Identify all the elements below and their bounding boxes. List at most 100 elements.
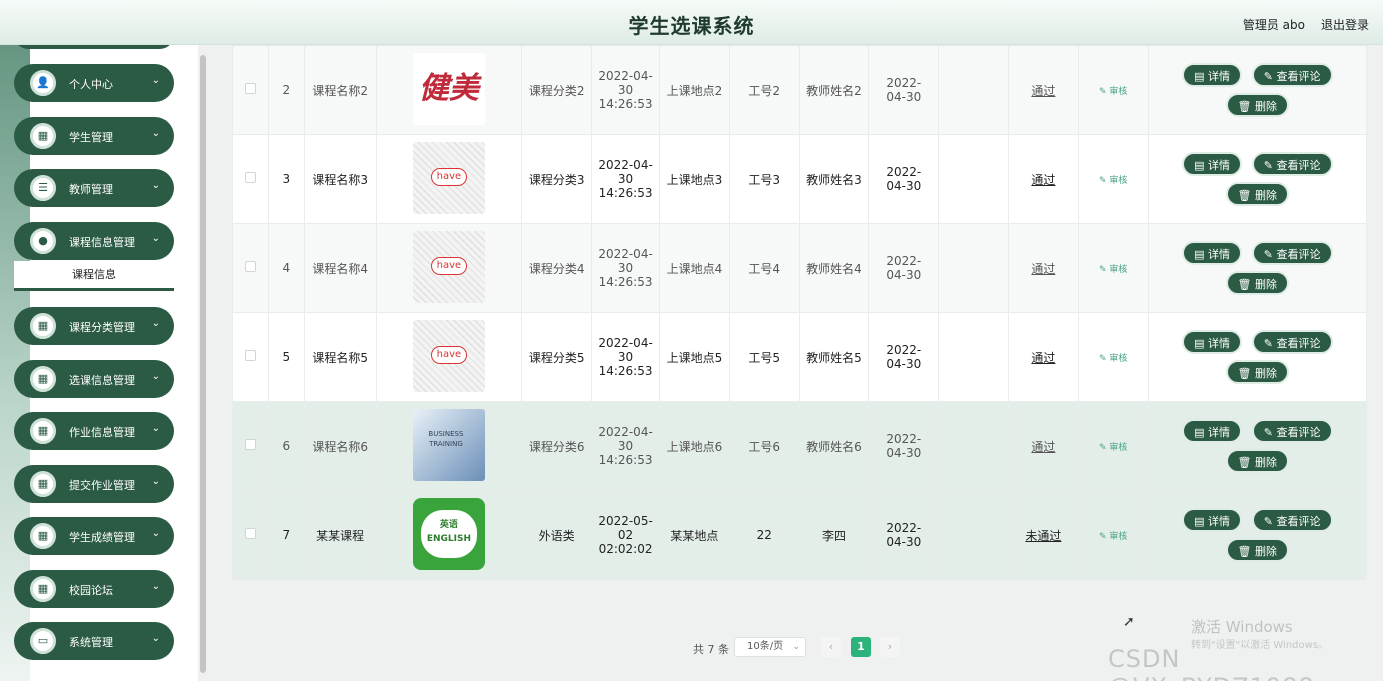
course-time: 2022-04-30 14:26:53 [591,134,661,224]
course-name: 课程名称5 [303,312,377,402]
table-row: 4 课程名称4 have 课程分类4 2022-04-30 14:26:53 上… [232,223,1368,313]
chevron-down-icon: ⌄ [151,128,160,139]
course-name: 课程名称4 [303,223,377,313]
course-name: 课程名称2 [303,45,377,135]
delete-button[interactable]: 🗑 删除 [1225,360,1290,384]
row-checkbox[interactable] [244,528,256,539]
sidebar-item-6[interactable]: ▦ 作业信息管理 ⌄ [14,412,174,450]
review-link[interactable]: ✎ 审核 [1099,354,1127,364]
view-comments-button[interactable]: ✎ 查看评论 [1251,63,1333,87]
course-category: 外语类 [521,490,593,580]
logout-link[interactable]: 退出登录 [1321,16,1369,33]
review-status[interactable]: 通过 [1031,84,1055,98]
delete-button[interactable]: 🗑 删除 [1225,538,1290,562]
sidebar-item-8[interactable]: ▦ 学生成绩管理 ⌄ [14,517,174,555]
table-row: 7 某某课程 英语 ENGLISH 外语类 2022-05-02 02:02:0… [232,490,1368,580]
row-checkbox[interactable] [244,172,256,183]
review-link[interactable]: ✎ 审核 [1099,176,1127,186]
chevron-down-icon: ⌄ [151,581,160,592]
review-status[interactable]: 通过 [1031,262,1055,276]
page-1-button[interactable]: 1 [851,637,871,657]
sidebar-item-label: 学生管理 [69,131,113,144]
detail-button[interactable]: ▤ 详情 [1182,241,1242,265]
csdn-watermark: CSDN @VX_BYDZ1988 [1108,645,1314,681]
app-title: 学生选课系统 [628,14,755,38]
admin-label: 管理员 abo [1242,18,1305,32]
publish-date: 2022-04-30 [868,490,940,580]
course-image: have [412,319,485,392]
chevron-down-icon: ⌄ [151,423,160,434]
sidebar-scroll-thumb[interactable] [200,55,206,673]
sidebar-item-7[interactable]: ▦ 提交作业管理 ⌄ [14,465,174,503]
next-page-button[interactable]: › [880,637,900,657]
course-place: 上课地点3 [659,134,730,224]
review-status[interactable]: 通过 [1031,440,1055,454]
sidebar-item-3[interactable]: ● 课程信息管理 ⌄ [14,222,174,260]
delete-button[interactable]: 🗑 删除 [1225,182,1290,206]
review-status[interactable]: 通过 [1031,173,1055,187]
sidebar-item-10[interactable]: ▭ 系统管理 ⌄ [14,622,174,660]
course-name: 某某课程 [303,490,377,580]
sidebar-item-label: 学生成绩管理 [69,531,135,544]
delete-button[interactable]: 🗑 删除 [1225,93,1290,117]
course-category: 课程分类5 [521,312,593,402]
view-comments-button[interactable]: ✎ 查看评论 [1251,419,1333,443]
detail-button[interactable]: ▤ 详情 [1182,152,1242,176]
row-index: 2 [267,45,305,135]
sidebar-item-label: 课程信息管理 [69,236,135,249]
course-place: 上课地点2 [659,45,730,135]
detail-button[interactable]: ▤ 详情 [1182,63,1242,87]
sidebar-item-5[interactable]: ▦ 选课信息管理 ⌄ [14,360,174,398]
course-image-text: 英语 ENGLISH [420,509,477,558]
row-index: 4 [267,223,305,313]
teacher-no: 工号3 [728,134,800,224]
row-index: 6 [267,401,305,491]
course-image-text: 健美操 [418,70,479,106]
prev-page-button[interactable]: ‹ [821,637,841,657]
sidebar-item-label: 校园论坛 [69,584,113,597]
view-comments-button[interactable]: ✎ 查看评论 [1251,508,1333,532]
detail-button[interactable]: ▤ 详情 [1182,419,1242,443]
review-status[interactable]: 未通过 [1025,529,1061,543]
sidebar-item-1[interactable]: ▦ 学生管理 ⌄ [14,117,174,155]
delete-button[interactable]: 🗑 删除 [1225,449,1290,473]
row-index: 7 [267,490,305,580]
table-row: 3 课程名称3 have 课程分类3 2022-04-30 14:26:53 上… [232,134,1368,224]
detail-button[interactable]: ▤ 详情 [1182,508,1242,532]
view-comments-button[interactable]: ✎ 查看评论 [1251,152,1333,176]
row-checkbox[interactable] [244,439,256,450]
review-link[interactable]: ✎ 审核 [1099,443,1127,453]
row-checkbox[interactable] [244,261,256,272]
person-icon: 👤 [30,70,56,96]
review-link[interactable]: ✎ 审核 [1099,87,1127,97]
sidebar-item-2[interactable]: ☰ 教师管理 ⌄ [14,169,174,207]
delete-button[interactable]: 🗑 删除 [1225,271,1290,295]
sidebar-item-0[interactable]: 👤 个人中心 ⌄ [14,64,174,102]
course-image: BUSINESS TRAINING [412,408,485,481]
sidebar-item-4[interactable]: ▦ 课程分类管理 ⌄ [14,307,174,345]
review-status[interactable]: 通过 [1031,351,1055,365]
chevron-down-icon: ⌄ [151,528,160,539]
row-checkbox[interactable] [244,83,256,94]
view-comments-button[interactable]: ✎ 查看评论 [1251,241,1333,265]
teacher-no: 工号5 [728,312,800,402]
detail-button[interactable]: ▤ 详情 [1182,330,1242,354]
submenu-course-info[interactable]: 课程信息 [14,261,174,291]
course-category: 课程分类2 [521,45,593,135]
chevron-down-icon: ⌄ [151,318,160,329]
teacher-name: 教师姓名2 [798,45,870,135]
course-image: have [412,230,485,303]
review-link[interactable]: ✎ 审核 [1099,265,1127,275]
view-comments-button[interactable]: ✎ 查看评论 [1251,330,1333,354]
page-size-select[interactable]: 10条/页 ⌄ [734,637,806,657]
review-link[interactable]: ✎ 审核 [1099,532,1127,542]
publish-date: 2022-04-30 [868,223,940,313]
teacher-name: 教师姓名4 [798,223,870,313]
chevron-down-icon: ⌄ [151,233,160,244]
row-checkbox[interactable] [244,350,256,361]
course-place: 上课地点5 [659,312,730,402]
course-image: have [412,141,485,214]
monitor-icon: ▭ [30,628,56,654]
sidebar-item-label: 作业信息管理 [69,426,135,439]
sidebar-item-9[interactable]: ▦ 校园论坛 ⌄ [14,570,174,608]
